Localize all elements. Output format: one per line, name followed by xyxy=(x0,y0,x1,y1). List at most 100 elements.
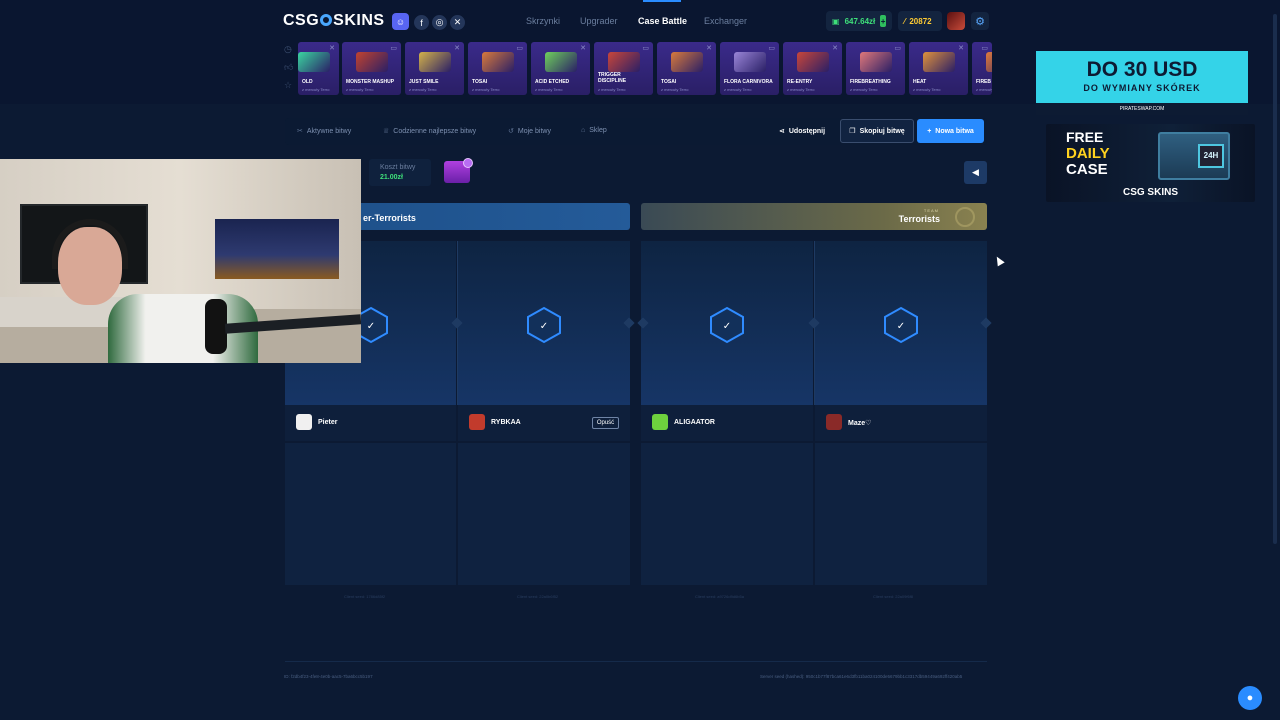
player-name: ALIGAATOR xyxy=(674,419,715,426)
page-scrollbar[interactable] xyxy=(1273,14,1277,544)
skin-image xyxy=(419,52,451,72)
case-mini-icon: ✕ xyxy=(329,45,335,52)
player-avatar xyxy=(296,414,312,430)
trophy-icon: ♕ xyxy=(383,128,390,135)
live-drop-card[interactable]: TOSAI z mercuty Terro ▭ xyxy=(468,42,527,95)
copy-icon: ❐ xyxy=(849,128,856,135)
balance-pill[interactable]: ▣ 647.64zł + xyxy=(826,11,892,31)
player-slot-2: ✓ xyxy=(458,241,630,405)
points-pill[interactable]: ⁄ 20872 xyxy=(898,11,942,31)
live-drop-card[interactable]: FIREBREATHING z mercuty Terro ▭ xyxy=(846,42,905,95)
case-mini-icon: ✕ xyxy=(832,45,838,52)
player-row[interactable]: ALIGAATOR xyxy=(641,405,813,441)
player-slot-4: ✓ xyxy=(815,241,987,405)
ad-daily-text: DAILY xyxy=(1066,145,1110,162)
ad-brand: CSG SKINS xyxy=(1122,187,1178,198)
live-drop-card[interactable]: RE-ENTRY z mercuty Terro ✕ xyxy=(783,42,842,95)
live-drop-card[interactable]: HEAT z mercuty Terro ✕ xyxy=(909,42,968,95)
skin-name: FIREB xyxy=(976,79,991,85)
player-drops-area xyxy=(458,443,630,585)
skin-name: MONSTER MASHUP xyxy=(346,79,395,85)
live-drop-card[interactable]: TOSAI z mercuty Terro ✕ xyxy=(657,42,716,95)
player-drops-area xyxy=(285,443,456,585)
live-drop-card[interactable]: TRIGGER DISCIPLINE z mercuty Terro ▭ xyxy=(594,42,653,95)
new-battle-button[interactable]: + Nowa bitwa xyxy=(917,119,984,143)
live-drop-card[interactable]: FIREB z mercuty Terro ▭ xyxy=(972,42,992,95)
thumb-up-icon[interactable]: 👍︎ xyxy=(284,62,294,80)
skin-name: TOSAI xyxy=(661,79,677,85)
skin-name: ACID ETCHED xyxy=(535,79,570,85)
leave-button[interactable]: Opuść xyxy=(592,417,619,429)
wall-painting-image xyxy=(215,219,339,279)
client-seed: Client seed: a9726d9d6b5a xyxy=(695,594,744,599)
nav-case-battle[interactable]: Case Battle xyxy=(638,16,687,26)
ad-subline: DO WYMIANY SKÓREK xyxy=(1083,83,1201,93)
team-terrorists: TEAM Terrorists xyxy=(641,203,987,230)
skin-source: z mercuty Terro xyxy=(724,87,752,92)
nav-upgrader[interactable]: Upgrader xyxy=(580,16,618,26)
mouse-cursor xyxy=(993,254,1005,267)
facebook-icon[interactable]: f xyxy=(414,15,429,30)
player-avatar xyxy=(652,414,668,430)
ready-hexagon-icon: ✓ xyxy=(710,306,744,344)
skin-image xyxy=(671,52,703,72)
case-mini-icon: ▭ xyxy=(981,45,988,52)
skin-image xyxy=(923,52,955,72)
case-mini-icon: ▭ xyxy=(390,45,397,52)
player-row[interactable]: Maze♡ xyxy=(815,405,987,441)
battle-id: ID: f2db4f23-4fe8-4e0b-aac5-7ba6bcc5b197 xyxy=(284,674,373,679)
battle-case-icon[interactable] xyxy=(444,158,473,183)
player-row[interactable]: RYBKAA Opuść xyxy=(458,405,630,441)
player-name: RYBKAA xyxy=(491,419,521,426)
skin-source: z mercuty Terro xyxy=(472,87,500,92)
timer-24h-badge: 24H xyxy=(1198,144,1224,168)
player-drops-area xyxy=(641,443,813,585)
nav-exchanger[interactable]: Exchanger xyxy=(704,16,747,26)
user-avatar[interactable] xyxy=(947,12,965,30)
deposit-plus-icon[interactable]: + xyxy=(880,15,886,27)
team-t-tag: TEAM xyxy=(923,208,939,213)
team-ct-name: er-Terrorists xyxy=(363,213,416,223)
live-drop-card[interactable]: JUST SMILE z mercuty Terro ✕ xyxy=(405,42,464,95)
skin-name: JUST SMILE xyxy=(409,79,439,85)
share-button[interactable]: ⋖ Udostępnij xyxy=(779,127,825,135)
skin-image xyxy=(986,52,992,72)
pirateswap-ad[interactable]: DO 30 USD DO WYMIANY SKÓREK PIRATESWAP.C… xyxy=(1036,51,1248,115)
tab-my-battles[interactable]: ↺ Moje bitwy xyxy=(508,127,551,135)
free-daily-case-ad[interactable]: FREE DAILY CASE 24H CSG SKINS xyxy=(1046,124,1255,202)
x-icon[interactable]: ✕ xyxy=(450,15,465,30)
star-icon[interactable]: ☆ xyxy=(284,80,294,98)
live-drop-card[interactable]: FLORA CARNIVORA z mercuty Terro ▭ xyxy=(720,42,779,95)
chat-bubble-icon[interactable]: ● xyxy=(1238,686,1262,710)
skin-source: z mercuty Terro xyxy=(302,87,330,92)
tab-active-battles[interactable]: ✂ Aktywne bitwy xyxy=(297,127,351,135)
tab-shop[interactable]: ⌂ Sklep xyxy=(581,127,607,134)
history-icon: ↺ xyxy=(508,128,514,135)
case-mini-icon: ▭ xyxy=(894,45,901,52)
skin-image xyxy=(298,52,330,72)
skin-source: z mercuty Terro xyxy=(535,87,563,92)
share-icon: ⋖ xyxy=(779,128,785,135)
site-logo[interactable]: CSG SKINS xyxy=(283,12,385,30)
svg-text:✓: ✓ xyxy=(366,321,374,332)
webcam-overlay xyxy=(0,159,361,363)
copy-battle-button[interactable]: ❐ Skopiuj bitwę xyxy=(840,119,914,143)
live-drop-card[interactable]: ACID ETCHED z mercuty Terro ✕ xyxy=(531,42,590,95)
discord-icon[interactable]: ☺ xyxy=(392,13,409,30)
client-seed: Client seed: 1786d85f2 xyxy=(344,594,386,599)
tab-daily-best[interactable]: ♕ Codzienne najlepsze bitwy xyxy=(383,127,476,135)
instagram-icon[interactable]: ◎ xyxy=(432,15,447,30)
skin-name: TRIGGER DISCIPLINE xyxy=(598,72,627,84)
case-mini-icon: ✕ xyxy=(454,45,460,52)
history-icon[interactable]: ◷ xyxy=(284,44,294,62)
player-row[interactable]: Pieter xyxy=(285,405,456,441)
points-value: 20872 xyxy=(909,16,932,26)
sound-toggle-icon[interactable]: ◀ xyxy=(964,161,987,184)
live-drop-card[interactable]: MONSTER MASHUP z mercuty Terro ▭ xyxy=(342,42,401,95)
live-drop-card[interactable]: OLD z mercuty Terro ✕ xyxy=(298,42,339,95)
svg-text:✓: ✓ xyxy=(897,321,905,332)
svg-text:✓: ✓ xyxy=(540,321,548,332)
nav-skrzynki[interactable]: Skrzynki xyxy=(526,16,560,26)
settings-gear-icon[interactable]: ⚙ xyxy=(971,12,989,30)
client-seed: Client seed: 22a09f6f8 xyxy=(873,594,914,599)
